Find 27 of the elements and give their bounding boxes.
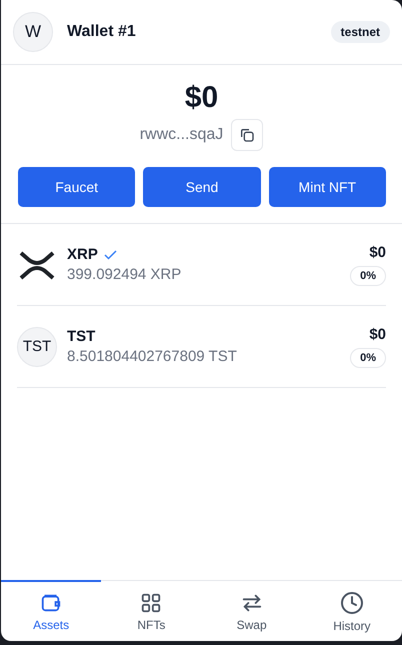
action-button[interactable]: Faucet <box>18 167 136 207</box>
asset-amount: 399.092494 XRP <box>67 266 182 283</box>
clock-icon <box>340 590 364 614</box>
action-button[interactable]: Send <box>143 167 261 207</box>
change-badge: 0% <box>350 266 386 286</box>
copy-button[interactable] <box>231 119 264 151</box>
asset-amount: 8.501804402767809 TST <box>67 348 238 365</box>
wallet-title: Wallet #1 <box>67 23 137 41</box>
asset-name: TST <box>67 328 96 345</box>
change-badge: 0% <box>350 348 386 368</box>
copy-icon <box>239 127 256 143</box>
nav-tab[interactable]: Assets <box>1 580 102 641</box>
asset-name: XRP <box>67 246 98 263</box>
nav-tab[interactable]: Swap <box>202 580 302 641</box>
nav-tab[interactable]: NFTs <box>101 580 202 641</box>
avatar: W <box>13 12 53 52</box>
wallet-address: rwwc...sqaJ <box>140 126 224 144</box>
asset-value: $0 <box>369 326 386 342</box>
token-icon: TST <box>17 326 57 366</box>
nav-tab[interactable]: History <box>302 580 402 641</box>
grid-icon <box>140 592 162 614</box>
asset-row[interactable]: XRP 399.092494 XRP $0 0% <box>17 224 386 306</box>
asset-row[interactable]: TST TST 8.501804402767809 TST $0 0% <box>17 306 386 388</box>
network-badge: testnet <box>330 21 390 43</box>
total-balance: $0 <box>184 81 218 115</box>
action-button[interactable]: Mint NFT <box>268 167 386 207</box>
asset-value: $0 <box>369 244 386 260</box>
